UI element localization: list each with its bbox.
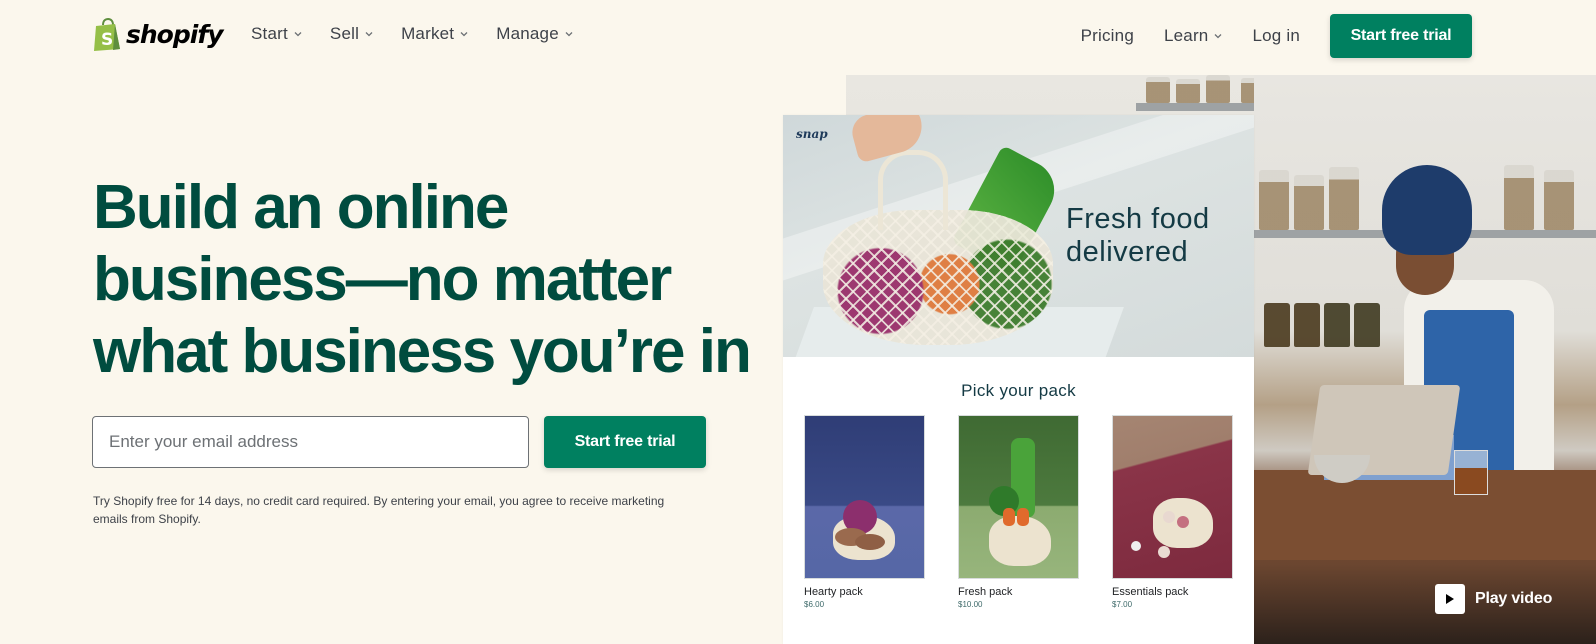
nav-item-pricing[interactable]: Pricing (1081, 26, 1134, 46)
nav-item-log-in[interactable]: Log in (1252, 26, 1300, 46)
jar (1264, 303, 1290, 347)
nav-item-market[interactable]: Market (401, 24, 468, 44)
jar (1176, 79, 1200, 103)
header-start-free-trial-button[interactable]: Start free trial (1330, 14, 1472, 58)
product-grid: Hearty pack $6.00 Fresh pack $10.00 Esse… (804, 415, 1233, 609)
nav-item-label: Sell (329, 24, 360, 43)
product-card[interactable]: Fresh pack $10.00 (958, 415, 1079, 609)
chevron-down-icon (460, 32, 468, 37)
nav-item-label: Learn (1163, 26, 1209, 45)
jar (1504, 165, 1534, 230)
store-banner-text: Fresh food delivered (1066, 203, 1210, 268)
jar (1324, 303, 1350, 347)
jar (1294, 303, 1320, 347)
nav-item-label: Market (401, 24, 455, 43)
store-brand-logo: snap (796, 127, 828, 141)
kitchen-scene (1254, 75, 1596, 644)
email-input[interactable] (92, 416, 529, 468)
nav-item-label: Pricing (1080, 26, 1134, 45)
product-image (958, 415, 1079, 579)
play-video-button[interactable]: Play video (1435, 584, 1552, 614)
headwrap (1382, 165, 1472, 255)
beaker (1454, 450, 1488, 495)
play-video-label: Play video (1475, 590, 1553, 607)
product-name: Hearty pack (804, 586, 863, 598)
nav-item-manage[interactable]: Manage (496, 24, 573, 44)
nav-item-label: Start (251, 24, 288, 43)
nav-item-learn[interactable]: Learn (1164, 26, 1222, 46)
hero-start-free-trial-button[interactable]: Start free trial (544, 416, 706, 468)
store-section-title: Pick your pack (961, 381, 1076, 400)
chevron-down-icon (294, 32, 302, 37)
product-price: $6.00 (804, 600, 825, 609)
shopify-logo[interactable]: S shopify (93, 17, 223, 51)
nav-item-label: Manage (496, 24, 559, 43)
jar (1206, 75, 1230, 103)
nav-item-label: Log in (1252, 26, 1300, 45)
signup-disclaimer: Try Shopify free for 14 days, no credit … (93, 494, 665, 526)
nav-item-start[interactable]: Start (251, 24, 302, 44)
jar (1294, 175, 1324, 230)
nav-item-sell[interactable]: Sell (330, 24, 373, 44)
product-image (1112, 415, 1233, 579)
table (1254, 470, 1596, 560)
store-preview-card: snap Fresh food delivered Pick your pack… (783, 115, 1254, 644)
chevron-down-icon (565, 32, 573, 37)
hero-headline: Build an online business—no matter what … (93, 173, 752, 386)
secondary-nav: Pricing Learn Log in Start free trial (1081, 14, 1472, 58)
jar (1146, 77, 1170, 103)
chevron-down-icon (365, 32, 373, 37)
product-name: Essentials pack (1112, 586, 1189, 598)
product-name: Fresh pack (958, 586, 1013, 598)
product-price: $10.00 (958, 600, 983, 609)
store-banner: snap Fresh food delivered (783, 115, 1254, 357)
signup-form: Start free trial (92, 416, 706, 468)
product-price: $7.00 (1112, 600, 1133, 609)
site-header: S shopify Start Sell Market Manage Prici… (0, 0, 1596, 72)
jar (1354, 303, 1380, 347)
product-card[interactable]: Essentials pack $7.00 (1112, 415, 1233, 609)
logo-wordmark: shopify (126, 20, 223, 49)
jar (1329, 167, 1359, 230)
primary-nav: Start Sell Market Manage (251, 24, 573, 44)
shopping-bag-icon: S (93, 17, 123, 51)
jar (1544, 170, 1574, 230)
play-icon (1435, 584, 1465, 614)
svg-text:S: S (101, 30, 113, 50)
chevron-down-icon (1215, 34, 1222, 39)
bag-handle (878, 150, 948, 230)
jar (1259, 170, 1289, 230)
product-image (804, 415, 925, 579)
mesh-produce-bag (823, 210, 1053, 345)
product-card[interactable]: Hearty pack $6.00 (804, 415, 925, 609)
